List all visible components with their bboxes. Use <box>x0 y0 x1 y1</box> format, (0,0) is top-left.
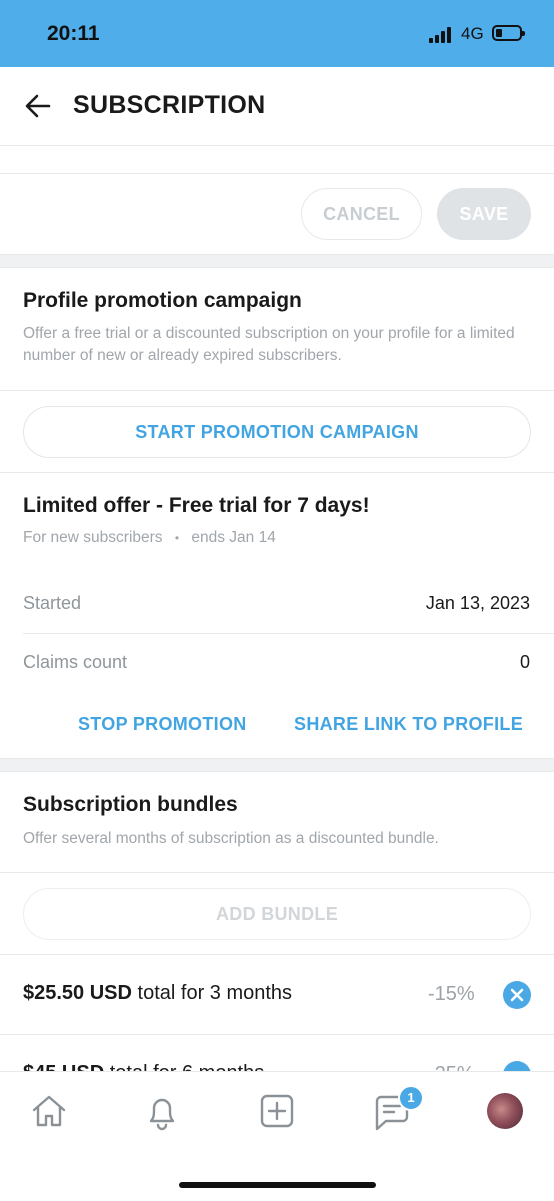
bundle-suffix: total for 6 months <box>110 1062 265 1071</box>
divider <box>0 954 554 955</box>
section-gap <box>0 759 554 771</box>
avatar[interactable] <box>487 1093 523 1129</box>
divider <box>0 390 554 391</box>
section-gap <box>0 255 554 267</box>
claims-label: Claims count <box>23 652 128 672</box>
offer-meta: For new subscribers • ends Jan 14 <box>23 527 276 549</box>
share-link-button[interactable]: SHARE LINK TO PROFILE <box>294 714 523 735</box>
bundle-price: $45 USD <box>23 1062 104 1071</box>
remove-bundle-button[interactable] <box>503 1061 531 1071</box>
close-icon <box>510 988 524 1002</box>
offer-ends: ends Jan 14 <box>191 529 276 546</box>
started-value: Jan 13, 2023 <box>425 593 530 613</box>
offer-title: Limited offer - Free trial for 7 days! <box>23 494 370 517</box>
bundle-price: $25.50 USD <box>23 982 132 1004</box>
network-type: 4G <box>461 24 484 43</box>
promotion-description: Offer a free trial or a discounted subsc… <box>23 325 515 364</box>
offer-audience: For new subscribers <box>23 529 163 546</box>
home-indicator <box>179 1182 376 1188</box>
stop-promotion-button[interactable]: STOP PROMOTION <box>78 714 247 735</box>
bell-icon[interactable] <box>142 1091 182 1131</box>
status-time: 20:11 <box>47 22 100 45</box>
divider <box>0 872 554 873</box>
bundles-title: Subscription bundles <box>23 793 238 816</box>
remove-bundle-button[interactable] <box>503 981 531 1009</box>
divider <box>23 633 554 634</box>
bundle-row-price: $45 USD total for 6 months <box>23 1062 264 1071</box>
home-icon[interactable] <box>29 1091 69 1131</box>
bundle-discount: -15% <box>428 983 475 1005</box>
divider <box>0 267 554 268</box>
dot-separator: • <box>174 531 180 545</box>
started-label: Started <box>23 593 82 613</box>
save-button[interactable]: SAVE <box>437 188 531 240</box>
plus-square-icon[interactable] <box>257 1091 297 1131</box>
bundle-row-clip: $45 USD total for 6 months -25% <box>0 1035 554 1071</box>
bundles-description: Offer several months of subscription as … <box>23 830 439 847</box>
bundle-row-price: $25.50 USD total for 3 months <box>23 982 292 1005</box>
promotion-title: Profile promotion campaign <box>23 289 302 312</box>
page-title: SUBSCRIPTION <box>73 91 266 119</box>
divider <box>0 173 554 174</box>
cancel-button[interactable]: CANCEL <box>301 188 422 240</box>
signal-icon <box>429 27 455 43</box>
divider <box>0 145 554 146</box>
divider <box>0 771 554 772</box>
divider <box>0 472 554 473</box>
messages-badge: 1 <box>398 1085 424 1111</box>
add-bundle-button[interactable]: ADD BUNDLE <box>23 888 531 940</box>
bundle-suffix: total for 3 months <box>137 982 293 1004</box>
claims-value: 0 <box>519 652 530 672</box>
bundle-discount: -25% <box>428 1063 475 1071</box>
start-promotion-button[interactable]: START PROMOTION CAMPAIGN <box>23 406 531 458</box>
back-arrow-icon[interactable] <box>24 92 52 120</box>
battery-icon <box>492 25 525 41</box>
